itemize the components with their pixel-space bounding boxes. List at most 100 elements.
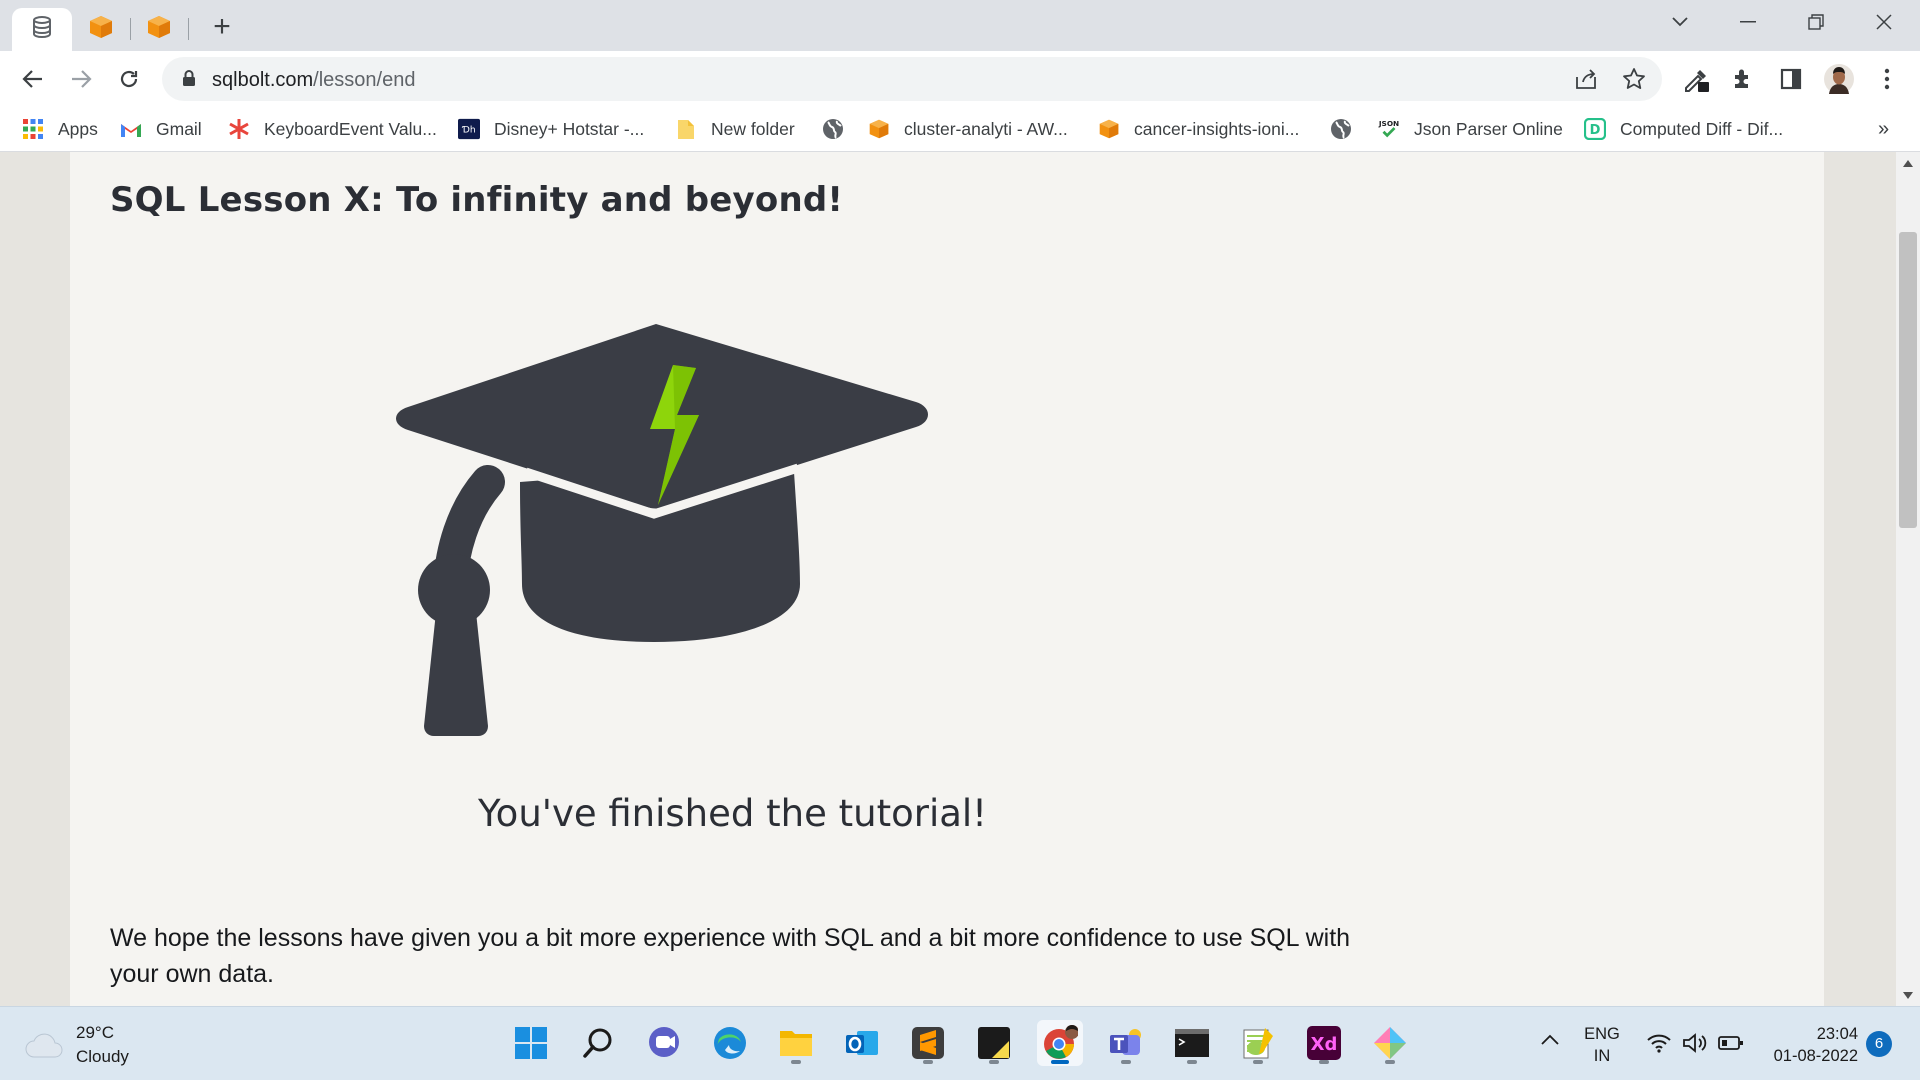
sublime-text-app[interactable] bbox=[905, 1020, 951, 1066]
arrow-left-icon bbox=[22, 70, 42, 88]
bookmark-keyboardevent[interactable]: KeyboardEvent Valu... bbox=[228, 114, 437, 144]
aws-box-icon bbox=[1098, 118, 1120, 140]
bookmark-label: Disney+ Hotstar -... bbox=[494, 118, 645, 139]
globe-icon bbox=[822, 118, 844, 140]
chevron-up-icon bbox=[1541, 1034, 1559, 1045]
chrome-app[interactable] bbox=[1037, 1020, 1083, 1066]
running-indicator bbox=[1385, 1060, 1395, 1064]
sublime-icon bbox=[912, 1027, 944, 1059]
url-host: sqlbolt.com bbox=[212, 69, 314, 91]
lock-icon bbox=[182, 69, 196, 92]
terminal-icon bbox=[1175, 1029, 1209, 1057]
running-indicator bbox=[1319, 1060, 1329, 1064]
scroll-down-arrow-icon[interactable] bbox=[1903, 992, 1913, 999]
running-indicator bbox=[923, 1060, 933, 1064]
bookmark-new-folder[interactable]: New folder bbox=[675, 114, 795, 144]
weather-widget[interactable]: 29°C Cloudy bbox=[24, 1021, 129, 1069]
back-button[interactable] bbox=[16, 62, 50, 96]
side-panel-button[interactable] bbox=[1774, 62, 1808, 96]
bookmark-json-parser[interactable]: JSON Json Parser Online bbox=[1378, 114, 1563, 144]
bookmark-gmail[interactable]: Gmail bbox=[120, 114, 202, 144]
bookmark-apps[interactable]: Apps bbox=[22, 114, 98, 144]
file-explorer-app[interactable] bbox=[773, 1020, 819, 1066]
notepad-plus-plus-icon bbox=[1243, 1028, 1273, 1059]
avatar bbox=[1824, 64, 1854, 94]
lesson-content: SQL Lesson X: To infinity and beyond! Yo… bbox=[70, 152, 1824, 1006]
teams-app[interactable] bbox=[1103, 1020, 1149, 1066]
hotstar-icon: Ɗh bbox=[458, 118, 480, 140]
url-text: sqlbolt.com/lesson/end bbox=[212, 69, 415, 92]
terminal-app[interactable] bbox=[1169, 1020, 1215, 1066]
profile-button[interactable] bbox=[1822, 62, 1856, 96]
teams-icon bbox=[1110, 1029, 1141, 1055]
chat-app[interactable] bbox=[641, 1020, 687, 1066]
finished-message: You've finished the tutorial! bbox=[478, 792, 988, 835]
share-icon[interactable] bbox=[1574, 68, 1598, 95]
bookmark-globe-1[interactable] bbox=[822, 114, 858, 144]
bookmark-globe-2[interactable] bbox=[1330, 114, 1366, 144]
bookmark-star-icon[interactable] bbox=[1622, 67, 1646, 96]
folder-icon bbox=[780, 1031, 812, 1056]
bookmark-label: Gmail bbox=[156, 118, 202, 139]
bookmark-cancer-insights[interactable]: cancer-insights-ioni... bbox=[1098, 114, 1299, 144]
reload-icon bbox=[120, 70, 138, 88]
sticky-notes-app[interactable] bbox=[971, 1020, 1017, 1066]
bookmark-label: Json Parser Online bbox=[1414, 118, 1563, 139]
edge-app[interactable] bbox=[707, 1020, 753, 1066]
clock[interactable]: 23:04 01-08-2022 bbox=[1758, 1023, 1858, 1067]
windows-logo-icon bbox=[515, 1027, 547, 1059]
notepadpp-app[interactable] bbox=[1235, 1020, 1281, 1066]
eyedropper-icon bbox=[1685, 70, 1709, 92]
outlook-app[interactable] bbox=[839, 1020, 885, 1066]
orange-box-icon bbox=[146, 14, 172, 45]
extensions-button[interactable] bbox=[1726, 62, 1760, 96]
volume-icon[interactable] bbox=[1682, 1032, 1708, 1059]
adobe-xd-app[interactable]: Xd bbox=[1301, 1020, 1347, 1066]
bookmark-hotstar[interactable]: Ɗh Disney+ Hotstar -... bbox=[458, 114, 644, 144]
sticky-notes-icon bbox=[978, 1027, 1010, 1059]
tab-aws-1[interactable] bbox=[72, 8, 130, 51]
reload-button[interactable] bbox=[112, 62, 146, 96]
database-icon bbox=[31, 15, 53, 44]
chrome-menu-button[interactable] bbox=[1870, 62, 1904, 96]
minimize-button[interactable] bbox=[1720, 8, 1776, 36]
start-button[interactable] bbox=[508, 1020, 554, 1066]
notification-badge[interactable]: 6 bbox=[1866, 1031, 1892, 1057]
page-scrollbar[interactable] bbox=[1896, 152, 1920, 1006]
close-icon bbox=[1876, 14, 1892, 30]
bookmarks-bar: Apps Gmail KeyboardEvent Valu... Ɗh Disn… bbox=[0, 106, 1920, 152]
wifi-icon[interactable] bbox=[1646, 1033, 1672, 1058]
chrome-icon bbox=[1044, 1025, 1078, 1059]
restore-button[interactable] bbox=[1788, 8, 1844, 36]
bookmarks-overflow-button[interactable]: » bbox=[1878, 114, 1889, 144]
running-indicator bbox=[1121, 1060, 1131, 1064]
search-button[interactable] bbox=[575, 1020, 621, 1066]
show-hidden-icons-button[interactable] bbox=[1540, 1033, 1560, 1051]
side-panel-icon bbox=[1780, 68, 1802, 90]
bookmark-label: KeyboardEvent Valu... bbox=[264, 118, 437, 139]
bookmark-computed-diff[interactable]: D Computed Diff - Dif... bbox=[1584, 114, 1783, 144]
arrow-right-icon bbox=[72, 70, 92, 88]
closing-paragraph: We hope the lessons have given you a bit… bbox=[110, 924, 1351, 988]
minimize-icon bbox=[1740, 21, 1756, 23]
extension-eyedropper-button[interactable] bbox=[1680, 62, 1714, 96]
aws-box-icon bbox=[868, 118, 890, 140]
scroll-up-arrow-icon[interactable] bbox=[1903, 160, 1913, 167]
bookmark-label: New folder bbox=[711, 118, 795, 139]
orange-box-icon bbox=[88, 14, 114, 45]
edge-icon bbox=[714, 1027, 746, 1059]
running-indicator bbox=[791, 1060, 801, 1064]
diamond-app[interactable] bbox=[1367, 1020, 1413, 1066]
scrollbar-thumb[interactable] bbox=[1899, 232, 1917, 528]
new-tab-button[interactable]: + bbox=[206, 12, 238, 44]
address-bar[interactable]: sqlbolt.com/lesson/end bbox=[162, 57, 1662, 101]
bookmark-cluster-analyti[interactable]: cluster-analyti - AW... bbox=[868, 114, 1068, 144]
forward-button[interactable] bbox=[64, 62, 98, 96]
close-window-button[interactable] bbox=[1856, 8, 1912, 36]
tab-search-button[interactable] bbox=[1652, 8, 1708, 36]
battery-icon[interactable] bbox=[1718, 1035, 1744, 1056]
tab-aws-2[interactable] bbox=[130, 8, 188, 51]
tab-sqlbolt[interactable] bbox=[12, 8, 72, 51]
language-indicator[interactable]: ENG IN bbox=[1582, 1023, 1622, 1067]
page-title: SQL Lesson X: To infinity and beyond! bbox=[110, 180, 844, 220]
